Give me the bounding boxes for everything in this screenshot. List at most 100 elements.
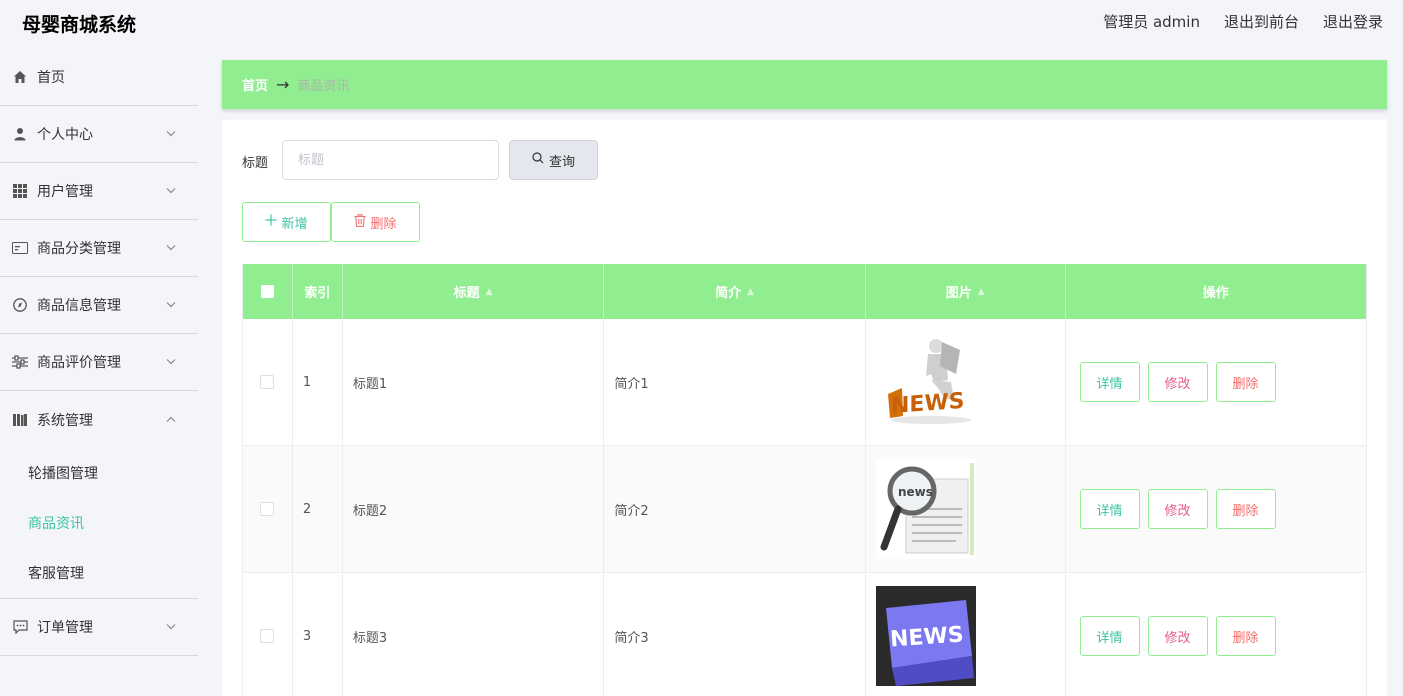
sidebar-subitem-product-news[interactable]: 商品资讯 bbox=[0, 498, 198, 548]
news-magnifier-image: news bbox=[875, 459, 976, 559]
chevron-down-icon bbox=[166, 357, 176, 368]
sort-icon[interactable]: ▲ bbox=[486, 287, 493, 297]
row-image-cell: NEWS bbox=[866, 319, 1066, 445]
search-button-label: 查询 bbox=[548, 154, 575, 170]
row-checkbox[interactable] bbox=[260, 502, 275, 516]
top-bar: 母婴商城系统 管理员 admin 退出到前台 退出登录 bbox=[0, 0, 1403, 42]
card-icon bbox=[12, 240, 28, 256]
search-input[interactable] bbox=[282, 140, 499, 180]
news-table: 索引 标题 ▲ 简介 ▲ 图片 ▲ 操作 1 标题1 简介1 NEWS 详情 修… bbox=[242, 264, 1367, 696]
delete-button[interactable]: 删除 bbox=[1215, 616, 1276, 656]
admin-label[interactable]: 管理员 admin bbox=[1103, 11, 1200, 32]
svg-text:NEWS: NEWS bbox=[891, 389, 965, 419]
chevron-down-icon bbox=[166, 186, 176, 197]
row-ops: 详情 修改 删除 bbox=[1066, 573, 1366, 696]
add-button[interactable]: 新增 bbox=[242, 202, 331, 242]
row-title: 标题2 bbox=[343, 446, 605, 572]
edit-button[interactable]: 修改 bbox=[1147, 489, 1208, 529]
header-image-label: 图片 bbox=[945, 286, 972, 301]
chevron-up-icon bbox=[166, 414, 176, 425]
sort-icon[interactable]: ▲ bbox=[747, 287, 754, 297]
system-submenu: 轮播图管理 商品资讯 客服管理 bbox=[0, 448, 198, 599]
row-intro: 简介2 bbox=[604, 446, 866, 572]
delete-button[interactable]: 删除 bbox=[1215, 489, 1276, 529]
edit-button[interactable]: 修改 bbox=[1147, 362, 1208, 402]
user-icon bbox=[12, 126, 28, 142]
sidebar-item-label: 订单管理 bbox=[37, 620, 93, 636]
compass-icon bbox=[12, 297, 28, 313]
header-title-label: 标题 bbox=[453, 286, 480, 301]
exit-to-front-link[interactable]: 退出到前台 bbox=[1224, 11, 1299, 32]
row-image-cell: news bbox=[866, 446, 1066, 572]
search-icon bbox=[532, 152, 544, 168]
chat-icon bbox=[12, 619, 28, 635]
top-right-links: 管理员 admin 退出到前台 退出登录 bbox=[1103, 11, 1383, 32]
plus-icon bbox=[265, 214, 277, 230]
row-intro: 简介3 bbox=[604, 573, 866, 696]
sort-icon[interactable]: ▲ bbox=[978, 287, 985, 297]
table-row: 3 标题3 简介3 NEWS 详情 修改 删除 bbox=[243, 573, 1366, 696]
sidebar-item-category-management[interactable]: 商品分类管理 bbox=[0, 220, 198, 277]
sidebar-item-system-management[interactable]: 系统管理 bbox=[0, 391, 198, 448]
header-title[interactable]: 标题 ▲ bbox=[343, 264, 605, 319]
header-image[interactable]: 图片 ▲ bbox=[866, 264, 1066, 319]
sidebar-item-personal-center[interactable]: 个人中心 bbox=[0, 106, 198, 163]
select-all-checkbox[interactable] bbox=[260, 285, 274, 298]
breadcrumb-separator: → bbox=[276, 75, 290, 94]
table-row: 2 标题2 简介2 news 详情 修改 删除 bbox=[243, 446, 1366, 573]
sidebar-item-home[interactable]: 首页 bbox=[0, 49, 198, 106]
chevron-down-icon bbox=[166, 300, 176, 311]
row-ops: 详情 修改 删除 bbox=[1066, 446, 1366, 572]
chevron-down-icon bbox=[166, 243, 176, 254]
breadcrumb-home[interactable]: 首页 bbox=[242, 75, 268, 94]
row-intro: 简介1 bbox=[604, 319, 866, 445]
detail-button[interactable]: 详情 bbox=[1079, 362, 1140, 402]
row-check-cell bbox=[243, 573, 293, 696]
row-index: 1 bbox=[293, 319, 343, 445]
row-check-cell bbox=[243, 446, 293, 572]
sidebar-subitem-carousel[interactable]: 轮播图管理 bbox=[0, 448, 198, 498]
add-button-label: 新增 bbox=[281, 216, 308, 232]
grid-icon bbox=[12, 183, 28, 199]
header-intro[interactable]: 简介 ▲ bbox=[604, 264, 866, 319]
sidebar-item-review-management[interactable]: 商品评价管理 bbox=[0, 334, 198, 391]
logout-link[interactable]: 退出登录 bbox=[1323, 11, 1383, 32]
detail-button[interactable]: 详情 bbox=[1079, 616, 1140, 656]
sidebar-item-user-management[interactable]: 用户管理 bbox=[0, 163, 198, 220]
header-index: 索引 bbox=[293, 264, 343, 319]
row-checkbox[interactable] bbox=[260, 375, 275, 389]
header-select-all[interactable] bbox=[243, 264, 293, 319]
sidebar: 首页 个人中心 用户管理 商品分类管理 商品信息管理 商品评价管理 系统管理 轮… bbox=[0, 49, 198, 696]
sidebar-subitem-customer-service[interactable]: 客服管理 bbox=[0, 548, 198, 598]
batch-delete-button[interactable]: 删除 bbox=[331, 202, 420, 242]
table-header: 索引 标题 ▲ 简介 ▲ 图片 ▲ 操作 bbox=[243, 264, 1366, 319]
chevron-down-icon bbox=[166, 129, 176, 140]
sidebar-item-label: 用户管理 bbox=[37, 184, 93, 200]
edit-button[interactable]: 修改 bbox=[1147, 616, 1208, 656]
news-man-image: NEWS bbox=[875, 332, 976, 432]
batch-delete-button-label: 删除 bbox=[370, 216, 397, 232]
sidebar-item-label: 首页 bbox=[37, 70, 65, 86]
header-intro-label: 简介 bbox=[715, 286, 742, 301]
sidebar-item-label: 商品评价管理 bbox=[37, 355, 121, 371]
detail-button[interactable]: 详情 bbox=[1079, 489, 1140, 529]
row-checkbox[interactable] bbox=[260, 629, 275, 643]
row-index: 3 bbox=[293, 573, 343, 696]
sidebar-item-label: 系统管理 bbox=[37, 412, 93, 429]
row-index: 2 bbox=[293, 446, 343, 572]
main-content: 标题 查询 新增 删除 索引 标题 ▲ 简介 ▲ 图片 ▲ 操作 1 标题 bbox=[222, 120, 1387, 696]
search-label: 标题 bbox=[242, 156, 269, 171]
delete-button[interactable]: 删除 bbox=[1215, 362, 1276, 402]
sidebar-item-label: 商品信息管理 bbox=[37, 298, 121, 314]
sidebar-item-order-management[interactable]: 订单管理 bbox=[0, 599, 198, 656]
search-button[interactable]: 查询 bbox=[509, 140, 598, 180]
sidebar-item-product-info-management[interactable]: 商品信息管理 bbox=[0, 277, 198, 334]
table-row: 1 标题1 简介1 NEWS 详情 修改 删除 bbox=[243, 319, 1366, 446]
breadcrumb-current: 商品资讯 bbox=[297, 79, 350, 94]
svg-text:NEWS: NEWS bbox=[889, 622, 964, 652]
app-title: 母婴商城系统 bbox=[22, 14, 137, 36]
header-ops: 操作 bbox=[1202, 286, 1229, 301]
row-title: 标题1 bbox=[343, 319, 605, 445]
row-ops: 详情 修改 删除 bbox=[1066, 319, 1366, 445]
home-icon bbox=[12, 69, 28, 85]
